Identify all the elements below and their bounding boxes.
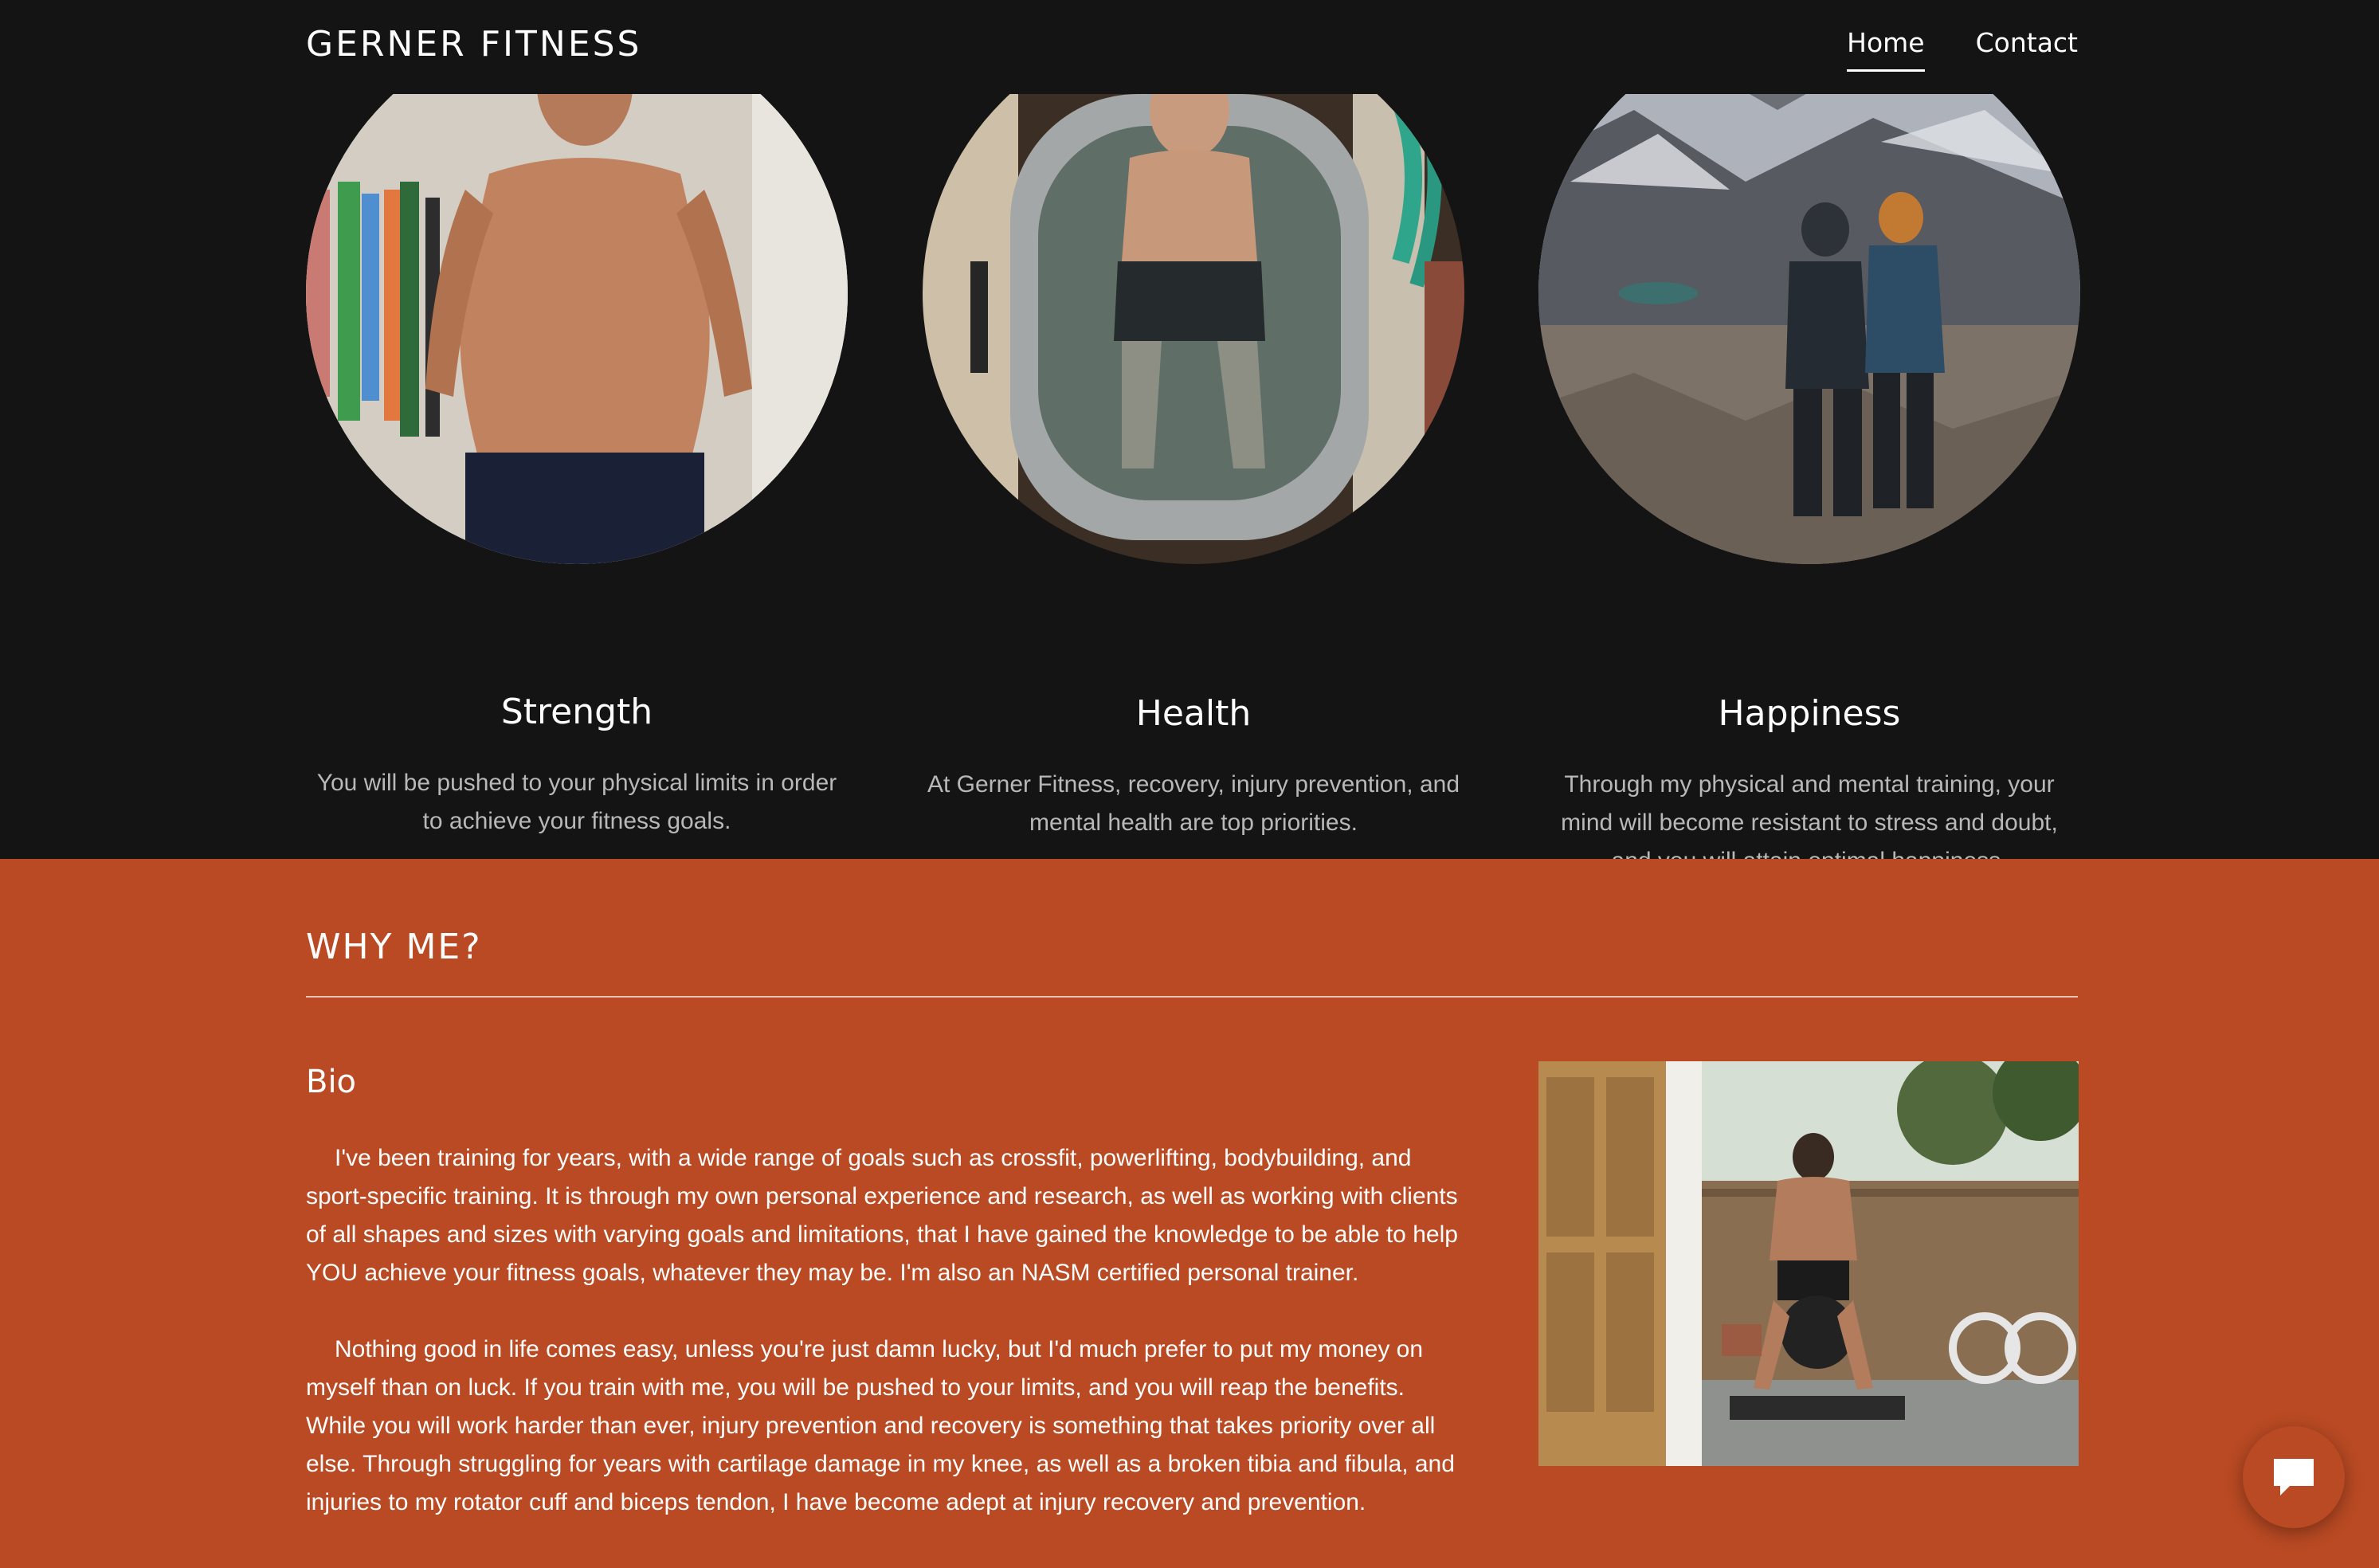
brand-logo-text[interactable]: GERNER FITNESS (306, 24, 641, 65)
nav-contact-link[interactable]: Contact (1976, 27, 2078, 72)
bio-text: I've been training for years, with a wid… (306, 1139, 1466, 1560)
feature-happiness: Happiness Through my physical and mental… (1538, 94, 2080, 880)
main-nav: Home Contact (1847, 27, 2078, 72)
section-divider (306, 996, 2078, 998)
chat-bubble-icon (2274, 1459, 2314, 1495)
nav-home-link[interactable]: Home (1847, 27, 1925, 72)
happiness-photo (1538, 94, 2080, 564)
bio-paragraph: Nothing good in life comes easy, unless … (306, 1336, 1455, 1515)
feature-image-wrapper (306, 94, 848, 564)
feature-title-happiness: Happiness (1718, 693, 1901, 734)
feature-title-strength: Strength (500, 692, 653, 732)
bio-title: Bio (306, 1064, 357, 1100)
page: GERNER FITNESS Home Contact Strength You… (0, 0, 2379, 1568)
feature-text-strength: You will be pushed to your physical limi… (316, 770, 837, 834)
why-me-section: WHY ME? Bio I've been training for years… (0, 859, 2379, 1568)
feature-image-wrapper (923, 94, 1464, 564)
features-section: Strength You will be pushed to your phys… (0, 94, 2379, 874)
feature-health: Health At Gerner Fitness, recovery, inju… (923, 94, 1464, 842)
site-header: GERNER FITNESS Home Contact (0, 0, 2379, 94)
feature-title-health: Health (1135, 693, 1252, 734)
section-title: WHY ME? (306, 927, 482, 967)
feature-image-wrapper (1538, 94, 2080, 564)
bio-paragraph: I've been training for years, with a wid… (306, 1145, 1458, 1286)
health-photo (923, 94, 1464, 564)
strength-photo (306, 94, 848, 564)
feature-text-health: At Gerner Fitness, recovery, injury prev… (927, 771, 1460, 836)
bio-photo (1538, 1061, 2079, 1466)
feature-strength: Strength You will be pushed to your phys… (306, 94, 848, 841)
chat-button[interactable] (2243, 1426, 2345, 1528)
